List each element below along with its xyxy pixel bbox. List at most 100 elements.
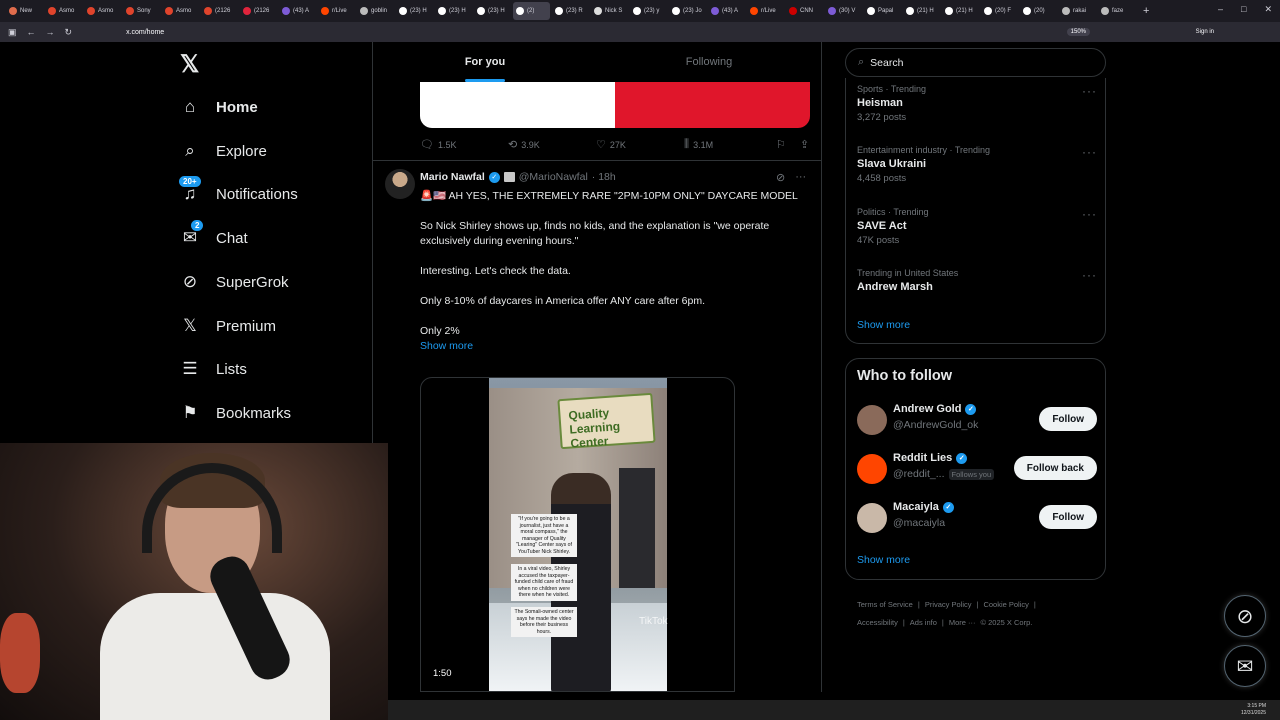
tab-favicon-icon [360,7,368,15]
share-button[interactable]: ⇪ [800,138,809,151]
footer-link[interactable]: Terms of Service [857,600,913,609]
browser-tab[interactable]: Sony [123,2,160,20]
browser-tab[interactable]: (20) F [981,2,1018,20]
author-name[interactable]: Mario Nawfal [420,171,485,183]
browser-tab[interactable]: (23) H [396,2,433,20]
browser-tab[interactable]: (23) H [435,2,472,20]
avatar[interactable] [857,405,887,435]
forward-icon[interactable]: → [46,27,55,37]
browser-tab[interactable]: (43) A [708,2,745,20]
browser-tab[interactable]: Asmo [162,2,199,20]
browser-tab[interactable]: (43) A [279,2,316,20]
browser-tab[interactable]: (23) H [474,2,511,20]
avatar[interactable] [857,503,887,533]
zoom-level[interactable]: 150% [1066,28,1090,36]
browser-tab[interactable]: (30) V [825,2,862,20]
browser-tab[interactable]: Nick S [591,2,628,20]
follow-suggestion[interactable]: Andrew Gold ✓ @AndrewGold_ok Follow [857,403,1097,439]
browser-tab[interactable]: Asmo [45,2,82,20]
browser-tab[interactable]: (21) H [942,2,979,20]
reload-icon[interactable]: ↻ [65,27,73,38]
browser-tab[interactable]: (2126 [201,2,238,20]
avatar[interactable] [857,454,887,484]
messages-floating-button[interactable]: ✉ [1224,645,1266,687]
post-time[interactable]: · 18h [592,171,616,183]
footer-link[interactable]: Accessibility [857,618,898,627]
browser-tab[interactable]: r/Live [318,2,355,20]
follow-button[interactable]: Follow [1039,505,1097,529]
follow-button[interactable]: Follow back [1013,456,1097,480]
follow-suggestion[interactable]: Macaiyla ✓ @macaiyla Follow [857,501,1097,537]
trend-item[interactable]: Trending in United States Andrew Marsh ··· [857,268,1097,293]
browser-tab[interactable]: Papal [864,2,901,20]
minimize-icon[interactable]: – [1218,4,1223,15]
footer-link[interactable]: Cookie Policy [983,600,1028,609]
new-tab-button[interactable]: + [1143,5,1149,17]
follow-button[interactable]: Follow [1039,407,1097,431]
more-icon[interactable]: ··· [1082,145,1097,159]
more-icon[interactable]: ··· [795,171,806,184]
browser-tab[interactable]: r/Live [747,2,784,20]
like-button[interactable]: ♡ 27K [596,138,684,151]
nav-item-premium[interactable]: 𝕏 Premium [180,316,276,336]
browser-tab[interactable]: (2126 [240,2,277,20]
back-icon[interactable]: ← [27,27,36,37]
footer-link[interactable]: More ··· [949,618,976,627]
sidebar-toggle-icon[interactable]: ▣ [8,27,17,38]
browser-tab[interactable]: faze [1098,2,1135,20]
browser-tab[interactable]: (20) [1020,2,1057,20]
nav-item-home[interactable]: ⌂ Home [180,97,258,117]
browser-tab[interactable]: New [6,2,43,20]
nav-item-bookmarks[interactable]: ⚑ Bookmarks [180,403,291,423]
browser-tab[interactable]: (23) R [552,2,589,20]
x-logo-icon[interactable]: 𝕏 [180,50,199,79]
show-more-link[interactable]: Show more [420,339,810,354]
account-name[interactable]: Macaiyla ✓ [893,501,954,513]
grok-icon[interactable]: ⊘ [776,171,785,184]
footer-link[interactable]: Privacy Policy [925,600,972,609]
sign-in-button[interactable]: Sign in [1196,29,1214,35]
browser-tab[interactable]: (23) y [630,2,667,20]
tab-following[interactable]: Following [597,42,821,82]
address-bar[interactable]: x.com/home [126,29,164,36]
follow-show-more-link[interactable]: Show more [857,554,910,566]
account-name[interactable]: Reddit Lies ✓ [893,452,968,464]
views-button[interactable]: ⫼ 3.1M [684,138,776,151]
maximize-icon[interactable]: □ [1241,4,1246,15]
more-icon[interactable]: ··· [1082,268,1097,282]
close-icon[interactable]: ✕ [1264,4,1272,15]
browser-tab[interactable]: (21) H [903,2,940,20]
more-icon[interactable]: ··· [1082,84,1097,98]
bookmark-button[interactable]: ⚐ [776,138,800,151]
footer-link[interactable]: Ads info [910,618,937,627]
tweet-video[interactable]: Quality Learning Center "If you're going… [420,377,735,692]
search-input[interactable]: ⌕ Search [845,48,1106,77]
footer-link[interactable]: © 2025 X Corp. [981,618,1033,627]
tab-for-you[interactable]: For you [373,42,597,82]
avatar[interactable] [385,169,415,199]
trend-item[interactable]: Sports · Trending Heisman 3,272 posts ··· [857,84,1097,123]
trends-show-more-link[interactable]: Show more [857,319,910,331]
trend-item[interactable]: Politics · Trending SAVE Act 47K posts ··· [857,207,1097,246]
reply-button[interactable]: 🗨 1.5K [420,138,508,151]
account-name[interactable]: Andrew Gold ✓ [893,403,977,415]
nav-item-explore[interactable]: ⌕ Explore [180,141,267,161]
browser-tab[interactable]: goblin [357,2,394,20]
browser-tab[interactable]: Asmo [84,2,121,20]
browser-tab[interactable]: (23) Jo [669,2,706,20]
more-icon[interactable]: ··· [1082,207,1097,221]
nav-item-supergrok[interactable]: ⊘ SuperGrok [180,272,289,292]
browser-tab[interactable]: (2) [513,2,550,20]
follow-suggestion[interactable]: Reddit Lies ✓ @reddit_... Follows you Follow… [857,452,1097,488]
nav-item-chat[interactable]: ✉ 2 Chat [180,219,248,248]
trend-name: SAVE Act [857,220,907,232]
nav-item-notifications[interactable]: ♫ 20+ Notifications [178,175,298,204]
browser-tab[interactable]: CNN [786,2,823,20]
trend-item[interactable]: Entertainment industry · Trending Slava U… [857,145,1097,184]
repost-button[interactable]: ⟲ 3.9K [508,138,596,151]
author-handle[interactable]: @MarioNawfal [519,171,588,183]
nav-item-lists[interactable]: ☰ Lists [180,359,246,379]
browser-tab[interactable]: rakai [1059,2,1096,20]
grok-floating-button[interactable]: ⊘ [1224,595,1266,637]
previous-post-media[interactable] [420,82,810,128]
